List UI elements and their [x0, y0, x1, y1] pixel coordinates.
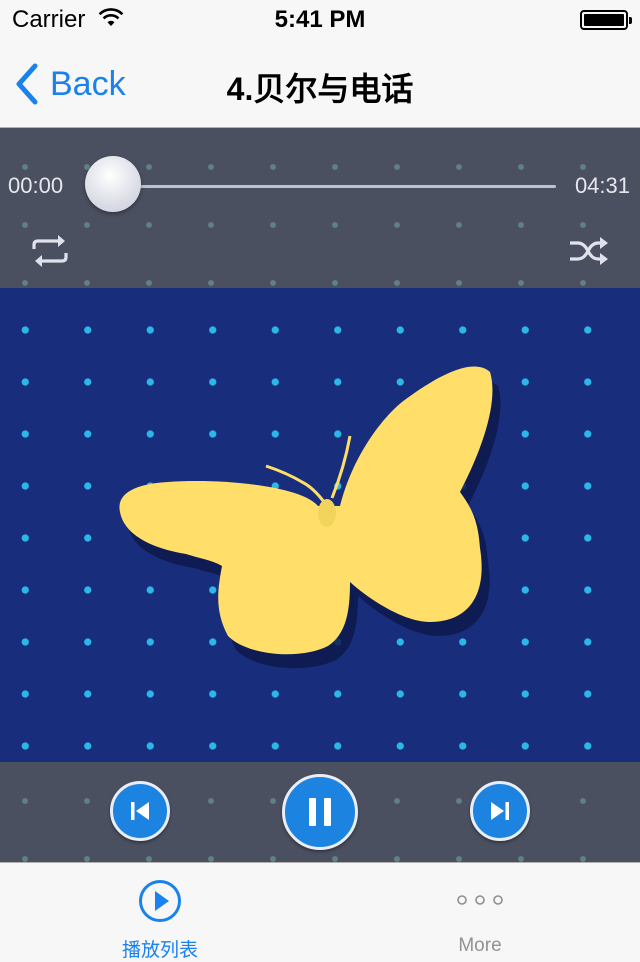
clock: 5:41 PM [274, 6, 366, 33]
battery-icon [580, 10, 632, 30]
total-duration: 04:31 [574, 173, 630, 198]
previous-track-button[interactable] [110, 781, 170, 841]
status-bar: Carrier 5:41 PM [0, 0, 640, 40]
elapsed-time: 00:00 [8, 173, 64, 198]
tab-more[interactable]: More [320, 863, 640, 961]
tab-playlist-label: 播放列表 [121, 940, 198, 961]
skip-previous-icon [131, 802, 149, 820]
butterfly-artwork [119, 366, 501, 669]
next-track-button[interactable] [470, 781, 530, 841]
pause-icon [309, 798, 331, 826]
more-dots-icon [457, 895, 503, 905]
album-artwork [0, 288, 640, 762]
tab-more-label: More [458, 935, 502, 956]
tab-bar: 播放列表 More [0, 862, 640, 961]
shuffle-icon[interactable] [568, 234, 610, 273]
navigation-bar: Back 4.贝尔与电话 [0, 40, 640, 128]
progress-slider-thumb[interactable] [85, 156, 141, 212]
repeat-icon[interactable] [30, 234, 70, 273]
page-title: 4.贝尔与电话 [226, 71, 414, 107]
play-circle-icon [139, 880, 181, 922]
progress-track[interactable] [112, 185, 556, 188]
progress-panel [0, 128, 640, 288]
skip-next-icon [491, 802, 509, 820]
tab-playlist[interactable]: 播放列表 [0, 863, 320, 961]
pause-button[interactable] [282, 774, 358, 850]
